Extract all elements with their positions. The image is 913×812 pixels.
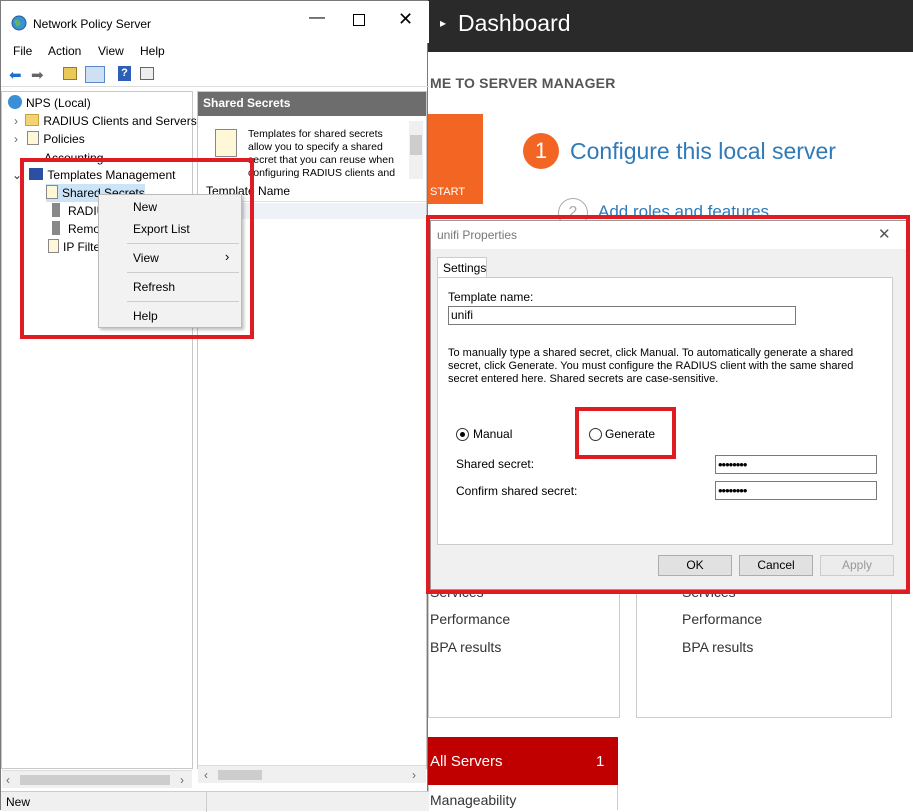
- window-title: Network Policy Server: [33, 17, 152, 31]
- tile-bpa-results[interactable]: BPA results: [430, 639, 501, 655]
- all-servers-tile[interactable]: All Servers 1: [428, 737, 618, 785]
- policy-doc-icon: [27, 131, 40, 145]
- status-bar: New: [1, 791, 429, 812]
- step1-number: 1: [523, 133, 559, 169]
- forward-icon[interactable]: ➡: [31, 66, 44, 84]
- chevron-right-icon[interactable]: ›: [14, 132, 18, 146]
- tree-item-policies[interactable]: › Policies: [14, 130, 85, 148]
- tree-item-nps-root[interactable]: NPS (Local): [8, 94, 91, 112]
- scroll-right-icon[interactable]: ›: [180, 773, 184, 787]
- pane-scrollbar[interactable]: ‹ ›: [198, 765, 426, 783]
- folder-icon: [25, 114, 40, 126]
- highlight-box-context-menu: [20, 158, 254, 339]
- scroll-left-icon[interactable]: ‹: [6, 773, 10, 787]
- breadcrumb-arrow-icon: ▸: [440, 16, 447, 30]
- scroll-left-icon[interactable]: ‹: [204, 768, 208, 782]
- pane-description: Templates for shared secrets allow you t…: [248, 128, 396, 178]
- maximize-icon[interactable]: [353, 14, 365, 26]
- highlight-box-generate: [575, 407, 676, 459]
- quick-start-label: START: [430, 186, 466, 198]
- configure-local-server-link[interactable]: Configure this local server: [570, 138, 836, 165]
- scroll-thumb[interactable]: [218, 770, 262, 780]
- help-icon[interactable]: ?: [118, 66, 131, 81]
- page-title: Dashboard: [458, 10, 571, 36]
- tree-item-radius-clients[interactable]: › RADIUS Clients and Servers: [14, 112, 197, 130]
- tree-scrollbar[interactable]: ‹ ›: [2, 770, 192, 788]
- scroll-right-icon[interactable]: ›: [412, 768, 416, 782]
- close-icon[interactable]: ✕: [398, 9, 413, 30]
- all-servers-label: All Servers: [430, 753, 503, 770]
- globe-icon: [8, 95, 22, 109]
- tile-bpa-results[interactable]: BPA results: [682, 639, 753, 655]
- highlight-box-dialog: [426, 215, 910, 594]
- menu-bar: File Action View Help: [1, 43, 429, 63]
- nps-globe-icon: [11, 15, 27, 31]
- nps-window: Network Policy Server — ✕ File Action Vi…: [0, 0, 429, 812]
- status-divider: [206, 792, 207, 812]
- tree-label: RADIUS Clients and Servers: [43, 114, 197, 128]
- menu-help[interactable]: Help: [140, 44, 165, 58]
- chevron-right-icon[interactable]: ›: [14, 114, 18, 128]
- status-text: New: [6, 795, 31, 809]
- title-bar: Network Policy Server — ✕: [1, 1, 429, 43]
- desc-scrollbar[interactable]: [409, 121, 423, 179]
- welcome-banner: ME TO SERVER MANAGER: [428, 52, 913, 114]
- minimize-icon[interactable]: —: [309, 9, 325, 27]
- tree-label: Policies: [43, 132, 85, 146]
- back-icon[interactable]: ⬅: [9, 66, 22, 84]
- menu-view[interactable]: View: [98, 44, 124, 58]
- welcome-text: ME TO SERVER MANAGER: [430, 75, 616, 91]
- server-tile-right[interactable]: [636, 590, 892, 718]
- tile-performance[interactable]: Performance: [682, 611, 762, 627]
- scroll-thumb[interactable]: [20, 775, 170, 785]
- menu-file[interactable]: File: [13, 44, 32, 58]
- all-servers-count: 1: [596, 753, 605, 770]
- menu-action[interactable]: Action: [48, 44, 81, 58]
- tree-label: NPS (Local): [26, 96, 91, 110]
- secret-template-icon: [215, 129, 237, 157]
- tile-performance[interactable]: Performance: [430, 611, 510, 627]
- scroll-thumb[interactable]: [410, 135, 422, 155]
- manageability-label: Manageability: [430, 792, 517, 808]
- up-folder-icon[interactable]: [63, 67, 77, 80]
- toolbar: ⬅ ➡ ?: [1, 63, 429, 87]
- quick-start-tile[interactable]: START: [428, 114, 483, 204]
- properties-icon[interactable]: [140, 67, 154, 80]
- show-tree-icon[interactable]: [85, 66, 105, 83]
- pane-header: Shared Secrets: [198, 92, 426, 116]
